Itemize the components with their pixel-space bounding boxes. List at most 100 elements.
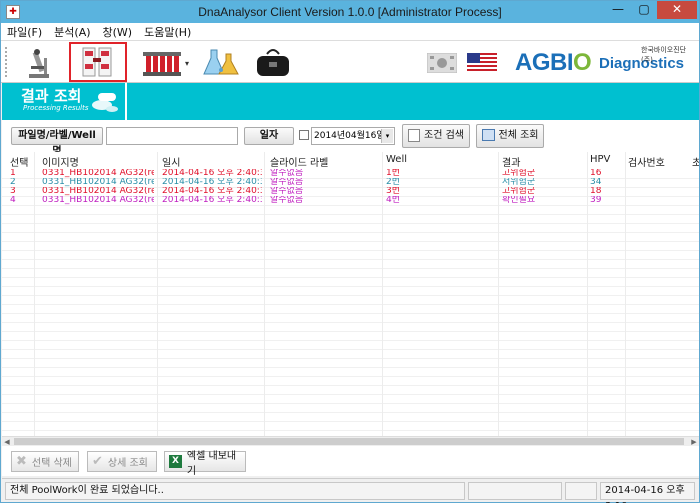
title-bar: ✚ DnaAnalysor Client Version 1.0.0 [Admi… — [1, 1, 699, 23]
results-tool-button[interactable] — [69, 42, 127, 82]
tube-rack-tool-button[interactable]: ▾ — [139, 44, 191, 80]
date-value: 2014년04월16일 — [314, 131, 385, 141]
file-label-well-button[interactable]: 파일명/라벨/Well 명 — [11, 127, 103, 157]
excel-export-label: 엑셀 내보내기 — [186, 450, 237, 477]
status-bar: 전체 PoolWork이 완료 되었습니다.. 2014-04-16 오후 3:… — [2, 478, 699, 503]
grid-line — [2, 376, 699, 377]
close-button[interactable]: ✕ — [657, 1, 697, 19]
cell-hpv: 34 — [590, 178, 602, 187]
kit-bag-tool-button[interactable] — [251, 44, 295, 80]
banner-separator — [125, 83, 127, 120]
grid-line — [2, 241, 699, 242]
logo-text-o: O — [573, 49, 592, 76]
date-button[interactable]: 일자 — [244, 127, 294, 145]
condition-search-label: 조건 검색 — [424, 130, 464, 141]
microscope-icon — [29, 49, 49, 78]
cell-hpv: 39 — [590, 196, 602, 205]
agbio-logo: AGBIO Diagnostics 한국바이오진단(주) — [513, 43, 695, 81]
detail-view-button[interactable]: ✔ 상세 조회 — [87, 451, 157, 472]
column-header-date[interactable]: 일시 — [162, 154, 180, 169]
delete-selected-label: 선택 삭제 — [31, 458, 72, 469]
test-tube-rack-icon: ▾ — [143, 52, 189, 76]
grid-line — [2, 286, 699, 287]
menu-help[interactable]: 도움말(H) — [144, 24, 191, 40]
status-segment-empty — [468, 482, 562, 500]
column-header-test-number[interactable]: 검사번호 — [628, 154, 665, 169]
cell-well: 1번 — [386, 169, 401, 178]
cell-slide-label: 알수없음 — [270, 187, 304, 196]
grid-line — [2, 250, 699, 251]
column-header-hpv[interactable]: HPV — [590, 154, 610, 168]
window-title: DnaAnalysor Client Version 1.0.0 [Admini… — [198, 5, 502, 19]
column-header-image[interactable]: 이미지명 — [42, 154, 79, 169]
menu-analysis[interactable]: 분석(A) — [54, 24, 90, 40]
cell-hpv: 18 — [590, 187, 602, 196]
grid-line — [2, 430, 699, 431]
menu-file[interactable]: 파일(F) — [7, 24, 42, 40]
grid-line — [2, 403, 699, 404]
toolbar: ▾ AGBIO Diagnostics 한국바이오진단(주) — [1, 41, 699, 83]
grid-line — [2, 205, 699, 206]
table-row[interactable]: 30331_HB102014 AG32(re)_...2014-04-16 오후… — [2, 187, 699, 196]
cell-date-time: 2014-04-16 오후 2:40:35 — [162, 187, 262, 196]
status-message: 전체 PoolWork이 완료 되었습니다.. — [5, 482, 465, 500]
condition-search-button[interactable]: 조건 검색 — [402, 124, 470, 148]
calendar-dropdown-icon[interactable]: ▾ — [381, 129, 393, 143]
grid-line — [2, 322, 699, 323]
column-header-well[interactable]: Well — [386, 154, 407, 168]
scroll-thumb[interactable] — [14, 438, 684, 445]
flask-tool-button[interactable] — [201, 44, 245, 80]
status-time: 2014-04-16 오후 3:10 — [600, 482, 695, 503]
banner-subtitle: Processing Results — [23, 104, 89, 112]
grid-line — [2, 304, 699, 305]
document-search-icon — [408, 128, 420, 142]
cell-slide-label: 알수없음 — [270, 196, 304, 205]
excel-export-button[interactable]: X 엑셀 내보내기 — [164, 451, 246, 477]
grid-line — [2, 313, 699, 314]
table-row[interactable]: 10331_HB102014 AG32(re)_...2014-04-16 오후… — [2, 169, 699, 178]
grid-line — [2, 268, 699, 269]
korea-flag-icon — [426, 52, 458, 74]
cell-well: 4번 — [386, 196, 401, 205]
date-checkbox[interactable] — [299, 130, 309, 140]
maximize-button[interactable]: ▢ — [631, 1, 657, 19]
column-header-select[interactable]: 선택 — [10, 154, 28, 169]
minimize-button[interactable]: — — [605, 1, 631, 19]
cell-result: 저위험군 — [502, 178, 536, 187]
grid-line — [2, 259, 699, 260]
grid-line — [2, 277, 699, 278]
table-row[interactable]: 40331_HB102014 AG32(re)_...2014-04-16 오후… — [2, 196, 699, 205]
cell-slide-label: 알수없음 — [270, 169, 304, 178]
grid-line — [2, 385, 699, 386]
filter-bar: 파일명/라벨/Well 명 일자 2014년04월16일▾ 조건 검색 전체 조… — [2, 120, 699, 157]
delete-selected-button[interactable]: ✖ 선택 삭제 — [11, 451, 79, 472]
cell-image-name: 0331_HB102014 AG32(re)_... — [42, 196, 154, 205]
english-language-button[interactable] — [467, 53, 497, 73]
results-banner: 결과 조회 Processing Results — [2, 83, 699, 120]
status-segment-empty-2 — [565, 482, 597, 500]
table-row[interactable]: 20331_HB102014 AG32(re)_...2014-04-16 오후… — [2, 178, 699, 187]
grid-line — [2, 367, 699, 368]
date-picker[interactable]: 2014년04월16일 ▾ — [311, 127, 395, 145]
pills-icon — [92, 93, 118, 112]
toolbar-grip[interactable] — [5, 47, 8, 77]
flask-icon — [203, 49, 239, 75]
banner-title: 결과 조회 — [21, 87, 82, 105]
search-input[interactable] — [106, 127, 238, 145]
full-search-button[interactable]: 전체 조회 — [476, 124, 544, 148]
grid-line — [2, 349, 699, 350]
cell-result: 고위험군 — [502, 169, 536, 178]
column-header-slide-label[interactable]: 슬라이드 라벨 — [270, 154, 328, 169]
logo-korean-name: 한국바이오진단(주) — [641, 46, 687, 64]
grid-line — [2, 394, 699, 395]
cell-date-time: 2014-04-16 오후 2:40:35 — [162, 196, 262, 205]
action-bar: ✖ 선택 삭제 ✔ 상세 조회 X 엑셀 내보내기 — [2, 446, 699, 477]
column-header-result[interactable]: 결과 — [502, 154, 520, 169]
menu-window[interactable]: 창(W) — [103, 24, 133, 40]
korean-language-button[interactable] — [426, 52, 458, 74]
cell-image-name: 0331_HB102014 AG32(re)_... — [42, 178, 154, 187]
horizontal-scrollbar[interactable]: ◀ ▶ — [2, 436, 699, 446]
menu-bar: 파일(F) 분석(A) 창(W) 도움말(H) — [1, 23, 699, 41]
microscope-tool-button[interactable] — [15, 44, 59, 80]
cell-image-name: 0331_HB102014 AG32(re)_... — [42, 187, 154, 196]
